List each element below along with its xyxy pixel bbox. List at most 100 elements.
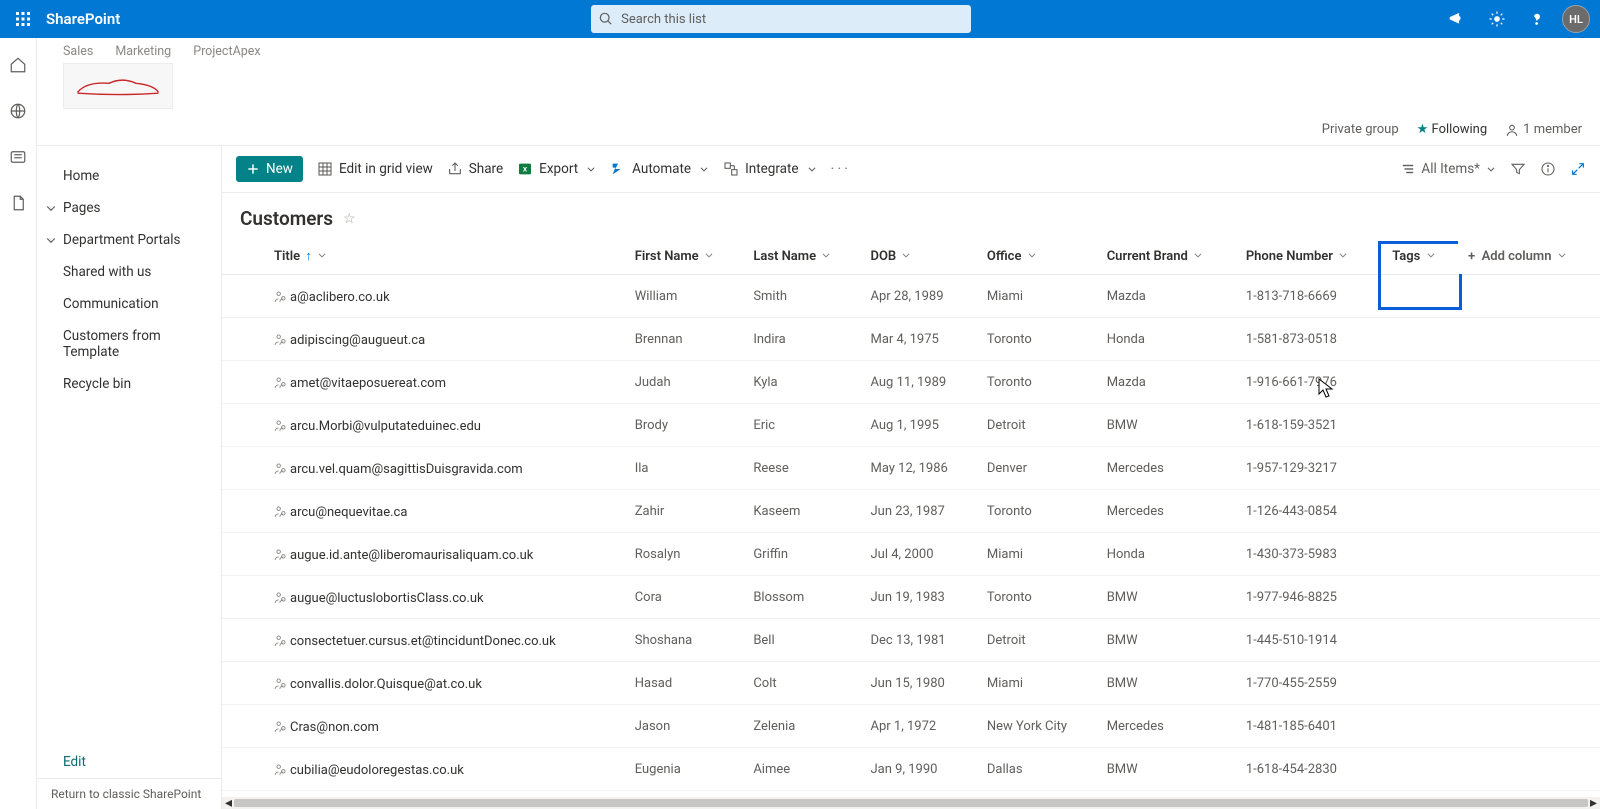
edit-grid-button[interactable]: Edit in grid view: [317, 161, 433, 177]
column-header-last[interactable]: Last Name: [743, 238, 860, 275]
avatar[interactable]: HL: [1562, 5, 1590, 33]
column-header-title[interactable]: Title ↑: [264, 238, 625, 275]
cell-title[interactable]: arcu@nequevitae.ca: [264, 490, 625, 533]
table-row[interactable]: arcu.Morbi@vulputateduinec.eduBrodyEricA…: [222, 404, 1600, 447]
filter-icon[interactable]: [1510, 161, 1526, 177]
column-header-tags[interactable]: Tags: [1382, 238, 1458, 275]
cell-title[interactable]: adipiscing@augueut.ca: [264, 318, 625, 361]
column-header-office[interactable]: Office: [977, 238, 1097, 275]
table-row[interactable]: arcu.vel.quam@sagittisDuisgravida.comIla…: [222, 447, 1600, 490]
table-row[interactable]: a@aclibero.co.ukWilliamSmithApr 28, 1989…: [222, 275, 1600, 318]
breadcrumb-item[interactable]: Marketing: [115, 44, 171, 59]
table-row[interactable]: cubilia@eudoloregestas.co.ukEugeniaAimee…: [222, 748, 1600, 791]
sidebar-item-label: Recycle bin: [63, 376, 131, 392]
cell-title[interactable]: augue.id.ante@liberomaurisaliquam.co.uk: [264, 533, 625, 576]
cell-office: Miami: [977, 275, 1097, 318]
integrate-button[interactable]: Integrate: [723, 161, 817, 177]
column-header-brand[interactable]: Current Brand: [1097, 238, 1236, 275]
add-column-button[interactable]: + Add column: [1458, 238, 1600, 275]
cell-last: Indira: [743, 318, 860, 361]
breadcrumb-item[interactable]: ProjectApex: [193, 44, 260, 59]
gear-icon[interactable]: [1482, 4, 1512, 34]
cell-phone: 1-126-443-0854: [1236, 490, 1382, 533]
cell-title[interactable]: diam.eu.dolor@necmetus.net: [264, 791, 625, 798]
sidebar-item[interactable]: Home: [37, 160, 221, 192]
horizontal-scrollbar[interactable]: ◂ ▸: [222, 797, 1600, 809]
cell-title[interactable]: augue@luctuslobortisClass.co.uk: [264, 576, 625, 619]
cell-brand: Mazda: [1097, 275, 1236, 318]
cell-title[interactable]: Cras@non.com: [264, 705, 625, 748]
cell-title[interactable]: consectetuer.cursus.et@tinciduntDonec.co…: [264, 619, 625, 662]
cell-brand: Mercedes: [1097, 447, 1236, 490]
follow-toggle[interactable]: ★ Following: [1417, 122, 1488, 137]
globe-icon[interactable]: [9, 102, 27, 124]
table-row[interactable]: adipiscing@augueut.caBrennanIndiraMar 4,…: [222, 318, 1600, 361]
product-name[interactable]: SharePoint: [46, 10, 120, 28]
nav-edit[interactable]: Edit: [37, 746, 221, 778]
cell-first: William: [625, 275, 744, 318]
star-filled-icon: ★: [1417, 122, 1429, 137]
megaphone-icon[interactable]: [1442, 4, 1472, 34]
cell-last: Blossom: [743, 576, 860, 619]
table-row[interactable]: diam.eu.dolor@necmetus.netRalphOliviaJun…: [222, 791, 1600, 798]
breadcrumb-item[interactable]: Sales: [63, 44, 93, 59]
share-button[interactable]: Share: [447, 161, 503, 177]
table-row[interactable]: amet@vitaeposuereat.comJudahKylaAug 11, …: [222, 361, 1600, 404]
cell-last: Eric: [743, 404, 860, 447]
sidebar-item[interactable]: Pages: [37, 192, 221, 224]
shared-icon: [274, 762, 288, 776]
sidebar-item[interactable]: Shared with us: [37, 256, 221, 288]
news-icon[interactable]: [9, 148, 27, 170]
members-link[interactable]: 1 member: [1505, 122, 1582, 137]
cell-title[interactable]: arcu.Morbi@vulputateduinec.edu: [264, 404, 625, 447]
favorite-star-icon[interactable]: ☆: [343, 211, 356, 227]
expand-icon[interactable]: [1570, 161, 1586, 177]
table-row[interactable]: augue@luctuslobortisClass.co.ukCoraBloss…: [222, 576, 1600, 619]
column-header-dob[interactable]: DOB: [860, 238, 976, 275]
table-row[interactable]: consectetuer.cursus.et@tinciduntDonec.co…: [222, 619, 1600, 662]
table-row[interactable]: augue.id.ante@liberomaurisaliquam.co.ukR…: [222, 533, 1600, 576]
help-icon[interactable]: [1522, 4, 1552, 34]
site-logo[interactable]: [63, 63, 173, 109]
cell-title[interactable]: cubilia@eudoloregestas.co.uk: [264, 748, 625, 791]
view-selector[interactable]: All Items*: [1401, 161, 1496, 177]
column-header-first[interactable]: First Name: [625, 238, 744, 275]
sidebar-item-label: Communication: [63, 296, 159, 312]
table-row[interactable]: Cras@non.comJasonZeleniaApr 1, 1972New Y…: [222, 705, 1600, 748]
classic-link[interactable]: Return to classic SharePoint: [37, 778, 221, 809]
hub-header: Sales Marketing ProjectApex: [37, 38, 1600, 116]
scroll-right-icon[interactable]: ▸: [1590, 795, 1597, 809]
cell-brand: BMW: [1097, 404, 1236, 447]
home-icon[interactable]: [9, 56, 27, 78]
cell-title[interactable]: convallis.dolor.Quisque@at.co.uk: [264, 662, 625, 705]
cell-tags: [1382, 619, 1458, 662]
search-input[interactable]: Search this list: [591, 5, 971, 33]
cell-tags: [1382, 318, 1458, 361]
cell-phone: 1-481-185-6401: [1236, 705, 1382, 748]
cell-tags: [1382, 662, 1458, 705]
command-bar: New Edit in grid view Share X Export: [222, 146, 1600, 193]
more-button[interactable]: · · ·: [831, 161, 848, 177]
cell-dob: May 12, 1986: [860, 447, 976, 490]
sidebar-item[interactable]: Recycle bin: [37, 368, 221, 400]
table-row[interactable]: convallis.dolor.Quisque@at.co.ukHasadCol…: [222, 662, 1600, 705]
sidebar-item[interactable]: Communication: [37, 288, 221, 320]
info-icon[interactable]: [1540, 161, 1556, 177]
automate-button[interactable]: Automate: [610, 161, 709, 177]
cell-title[interactable]: a@aclibero.co.uk: [264, 275, 625, 318]
app-launcher-icon[interactable]: [4, 0, 42, 38]
cell-title[interactable]: arcu.vel.quam@sagittisDuisgravida.com: [264, 447, 625, 490]
cell-title[interactable]: amet@vitaeposuereat.com: [264, 361, 625, 404]
scroll-left-icon[interactable]: ◂: [225, 795, 232, 809]
excel-icon: X: [517, 161, 533, 177]
cell-tags: [1382, 275, 1458, 318]
export-button[interactable]: X Export: [517, 161, 596, 177]
select-all-column[interactable]: [222, 238, 264, 275]
cell-dob: Jan 9, 1990: [860, 748, 976, 791]
sidebar-item[interactable]: Department Portals: [37, 224, 221, 256]
file-icon[interactable]: [9, 194, 27, 216]
sidebar-item[interactable]: Customers from Template: [37, 320, 221, 368]
table-row[interactable]: arcu@nequevitae.caZahirKaseemJun 23, 198…: [222, 490, 1600, 533]
column-header-phone[interactable]: Phone Number: [1236, 238, 1382, 275]
new-button[interactable]: New: [236, 156, 303, 182]
